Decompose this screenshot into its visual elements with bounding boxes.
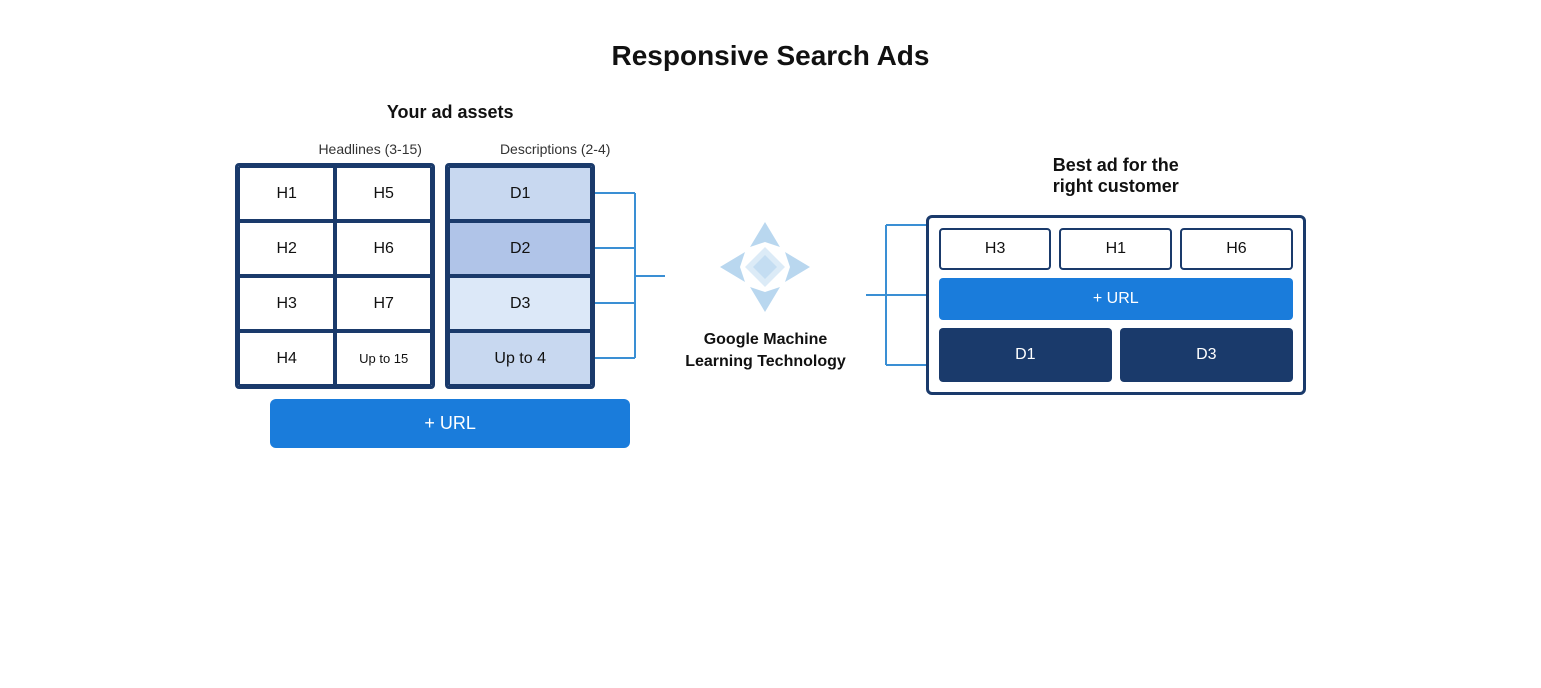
main-content: Your ad assets Headlines (3-15) Descript… xyxy=(0,102,1541,448)
result-headlines-row: H3 H1 H6 xyxy=(939,228,1293,270)
description-cell-upto4: Up to 4 xyxy=(448,331,592,386)
description-cell-d2: D2 xyxy=(448,221,592,276)
result-headline-h3: H3 xyxy=(939,228,1052,270)
result-section: Best ad for theright customer H3 H1 H6 +… xyxy=(926,155,1306,395)
headline-cell-upto15: Up to 15 xyxy=(335,331,432,386)
description-cell-d1: D1 xyxy=(448,166,592,221)
headline-cell: H1 xyxy=(238,166,335,221)
descriptions-label: Descriptions (2-4) xyxy=(480,141,630,157)
assets-section-title: Your ad assets xyxy=(387,102,514,123)
asset-columns: H1 H5 H2 H6 H3 H7 H4 Up to 15 D1 D2 D3 U… xyxy=(235,163,665,389)
right-connector-svg xyxy=(866,185,926,405)
result-desc-d3: D3 xyxy=(1120,328,1293,382)
page-title: Responsive Search Ads xyxy=(612,40,930,72)
headline-cell: H2 xyxy=(238,221,335,276)
left-connector-svg xyxy=(595,166,665,386)
result-ad: H3 H1 H6 + URL D1 D3 xyxy=(926,215,1306,395)
result-descriptions-row: D1 D3 xyxy=(939,328,1293,382)
descriptions-grid: D1 D2 D3 Up to 4 xyxy=(445,163,595,389)
headline-cell: H4 xyxy=(238,331,335,386)
desc-connector-group: D1 D2 D3 Up to 4 xyxy=(435,163,665,389)
ml-section: Google MachineLearning Technology xyxy=(685,217,846,374)
ml-label: Google MachineLearning Technology xyxy=(685,329,846,374)
result-title-line2: right customer xyxy=(1053,176,1179,196)
headlines-label: Headlines (3-15) xyxy=(270,141,470,157)
description-cell-d3: D3 xyxy=(448,276,592,331)
result-desc-d1: D1 xyxy=(939,328,1112,382)
url-button[interactable]: + URL xyxy=(270,399,630,448)
result-url: + URL xyxy=(939,278,1293,320)
assets-section: Your ad assets Headlines (3-15) Descript… xyxy=(235,102,665,448)
ml-icon xyxy=(715,217,815,317)
headline-cell: H7 xyxy=(335,276,432,331)
result-headline-h6: H6 xyxy=(1180,228,1293,270)
result-section-title: Best ad for theright customer xyxy=(926,155,1306,197)
headlines-grid: H1 H5 H2 H6 H3 H7 H4 Up to 15 xyxy=(235,163,435,389)
headline-cell: H6 xyxy=(335,221,432,276)
result-headline-h1: H1 xyxy=(1059,228,1172,270)
headline-cell: H3 xyxy=(238,276,335,331)
headline-cell: H5 xyxy=(335,166,432,221)
